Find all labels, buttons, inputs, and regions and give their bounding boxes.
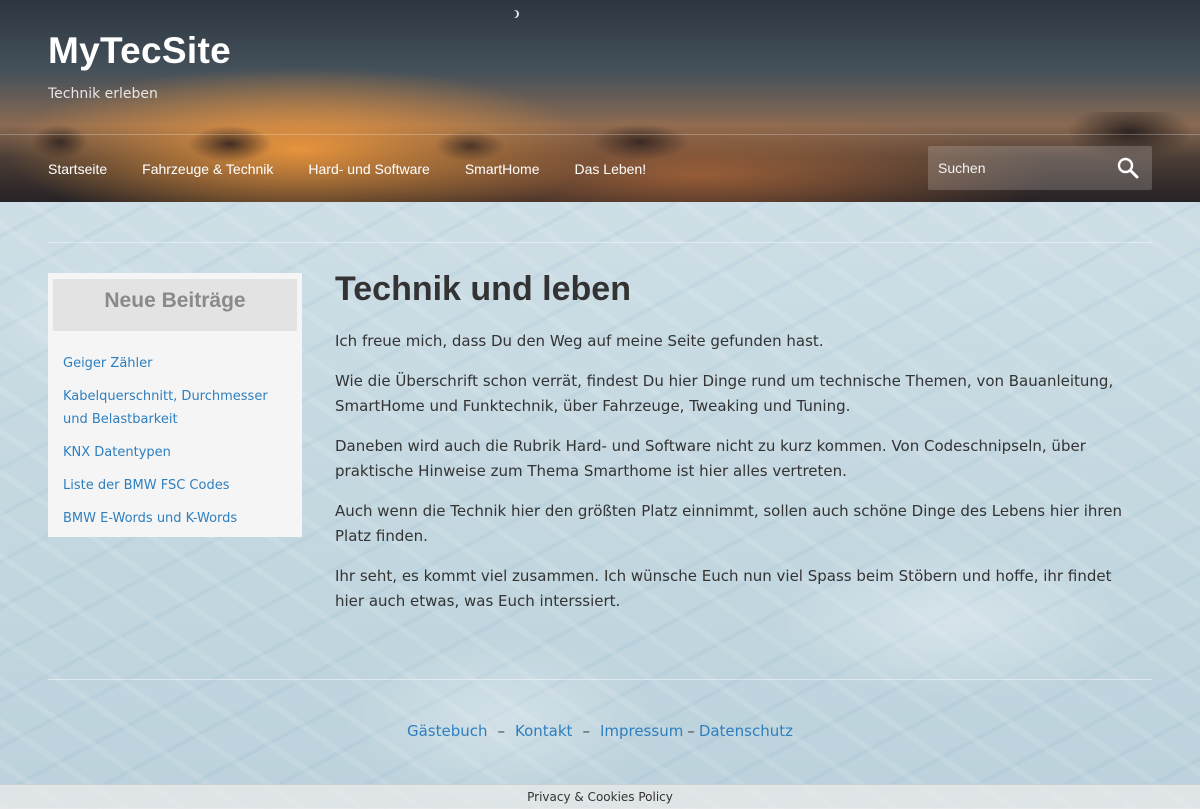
footer-separator: –	[687, 722, 695, 740]
moon-graphic	[509, 10, 517, 18]
footer-link-kontakt[interactable]: Kontakt	[515, 722, 572, 740]
footer-link-datenschutz[interactable]: Datenschutz	[699, 722, 793, 740]
recent-posts-list: Geiger Zähler Kabelquerschnitt, Durchmes…	[63, 351, 288, 539]
nav-item-startseite[interactable]: Startseite	[48, 161, 107, 177]
site-title[interactable]: MyTecSite	[48, 30, 231, 72]
footer-links: Gästebuch – Kontakt – Impressum – Datenschutz	[0, 722, 1200, 740]
search-input[interactable]	[928, 146, 1098, 190]
post-link-bmw-fsc-codes[interactable]: Liste der BMW FSC Codes	[63, 478, 229, 493]
body-paragraph: Wie die Überschrift schon verrät, findes…	[335, 372, 1114, 415]
site-header: MyTecSite Technik erleben Startseite Fah…	[0, 0, 1200, 202]
nav-item-hard-und-software[interactable]: Hard- und Software	[308, 161, 429, 177]
nav-item-fahrzeuge-technik[interactable]: Fahrzeuge & Technik	[142, 161, 273, 177]
main-navigation: Startseite Fahrzeuge & Technik Hard- und…	[48, 135, 681, 202]
footer-separator: –	[582, 722, 590, 740]
widget-header: Neue Beiträge	[53, 279, 297, 331]
site-tagline: Technik erleben	[48, 86, 158, 102]
post-link-kabelquerschnitt[interactable]: Kabelquerschnitt, Durchmesser und Belast…	[63, 389, 268, 427]
widget-title: Neue Beiträge	[104, 289, 246, 312]
search-box	[928, 146, 1152, 190]
content-divider-top	[48, 242, 1152, 243]
privacy-cookies-policy-link[interactable]: Privacy & Cookies Policy	[527, 790, 673, 804]
body-paragraph: Daneben wird auch die Rubrik Hard- und S…	[335, 437, 1086, 480]
list-item: BMW E-Words und K-Words	[63, 506, 288, 529]
post-link-knx-datentypen[interactable]: KNX Datentypen	[63, 445, 171, 460]
intro-paragraph: Ich freue mich, dass Du den Weg auf mein…	[335, 332, 824, 350]
body-paragraph: Ihr seht, es kommt viel zusammen. Ich wü…	[335, 567, 1112, 610]
recent-posts-widget: Neue Beiträge Geiger Zähler Kabelquersch…	[48, 273, 302, 537]
main-content: Technik und leben Ich freue mich, dass D…	[335, 270, 1145, 629]
footer-link-gaestebuch[interactable]: Gästebuch	[407, 722, 488, 740]
page-title: Technik und leben	[335, 270, 631, 308]
post-link-bmw-e-words[interactable]: BMW E-Words und K-Words	[63, 511, 237, 526]
nav-item-smarthome[interactable]: SmartHome	[465, 161, 540, 177]
search-icon[interactable]	[1116, 156, 1140, 180]
list-item: Geiger Zähler	[63, 351, 288, 374]
content-divider-bottom	[48, 679, 1152, 680]
list-item: KNX Datentypen	[63, 440, 288, 463]
cookie-policy-bar: Privacy & Cookies Policy	[0, 784, 1200, 809]
post-link-geiger-zaehler[interactable]: Geiger Zähler	[63, 356, 152, 371]
footer-separator: –	[497, 722, 506, 740]
body-paragraph: Auch wenn die Technik hier den größten P…	[335, 502, 1122, 545]
list-item: Liste der BMW FSC Codes	[63, 473, 288, 496]
nav-item-das-leben[interactable]: Das Leben!	[575, 161, 647, 177]
footer-link-impressum[interactable]: Impressum	[600, 722, 683, 740]
list-item: Kabelquerschnitt, Durchmesser und Belast…	[63, 384, 288, 430]
